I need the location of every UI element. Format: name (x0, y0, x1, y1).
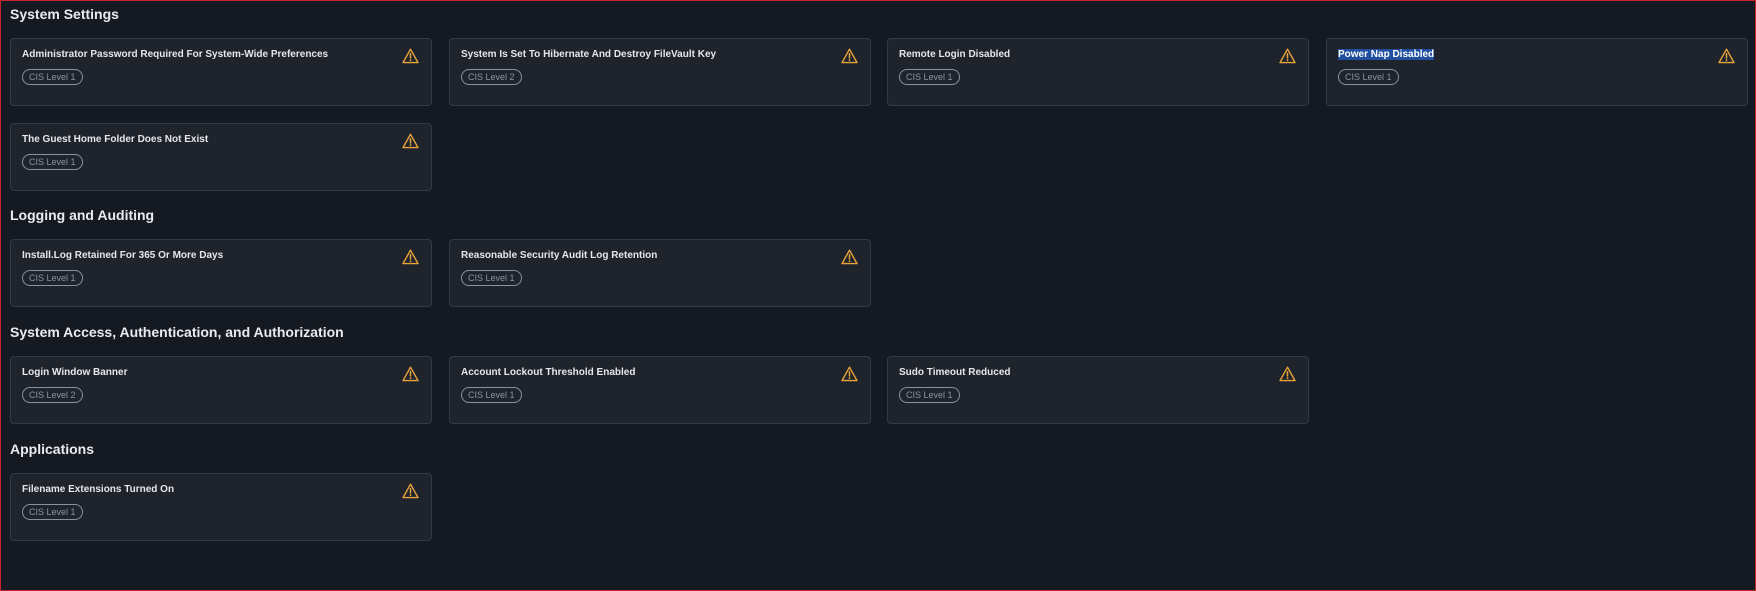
cis-level-badge: CIS Level 1 (1338, 69, 1399, 85)
check-title: Install.Log Retained For 365 Or More Day… (22, 250, 224, 261)
check-title: Administrator Password Required For Syst… (22, 49, 329, 60)
section-title-logging-and-auditing: Logging and Auditing (10, 207, 155, 223)
section-title-system-settings: System Settings (10, 6, 119, 22)
warning-icon (402, 133, 419, 149)
check-card[interactable]: Power Nap Disabled CIS Level 1 (1326, 38, 1748, 106)
warning-icon (402, 483, 419, 499)
check-card[interactable]: Remote Login Disabled CIS Level 1 (887, 38, 1309, 106)
section-title-system-access: System Access, Authentication, and Autho… (10, 324, 344, 340)
check-card[interactable]: Reasonable Security Audit Log Retention … (449, 239, 871, 307)
warning-icon (841, 249, 858, 265)
cis-level-badge: CIS Level 1 (22, 154, 83, 170)
check-title: System Is Set To Hibernate And Destroy F… (461, 49, 717, 60)
check-card[interactable]: System Is Set To Hibernate And Destroy F… (449, 38, 871, 106)
check-title: Sudo Timeout Reduced (899, 367, 1011, 378)
check-title-selected: Power Nap Disabled (1338, 49, 1435, 60)
warning-icon (841, 366, 858, 382)
warning-icon (402, 48, 419, 64)
check-title: The Guest Home Folder Does Not Exist (22, 134, 209, 145)
cis-level-badge: CIS Level 1 (22, 69, 83, 85)
section-title-applications: Applications (10, 441, 95, 457)
check-title: Login Window Banner (22, 367, 128, 378)
cis-level-badge: CIS Level 1 (22, 504, 83, 520)
cis-level-badge: CIS Level 1 (461, 270, 522, 286)
warning-icon (1279, 48, 1296, 64)
warning-icon (841, 48, 858, 64)
check-card[interactable]: Administrator Password Required For Syst… (10, 38, 432, 106)
check-card[interactable]: Sudo Timeout Reduced CIS Level 1 (887, 356, 1309, 424)
cis-level-badge: CIS Level 1 (22, 270, 83, 286)
cis-level-badge: CIS Level 2 (461, 69, 522, 85)
check-title: Account Lockout Threshold Enabled (461, 367, 636, 378)
cis-level-badge: CIS Level 1 (899, 69, 960, 85)
check-card[interactable]: Install.Log Retained For 365 Or More Day… (10, 239, 432, 307)
check-card[interactable]: Account Lockout Threshold Enabled CIS Le… (449, 356, 871, 424)
check-card[interactable]: Login Window Banner CIS Level 2 (10, 356, 432, 424)
check-card[interactable]: Filename Extensions Turned On CIS Level … (10, 473, 432, 541)
check-card[interactable]: The Guest Home Folder Does Not Exist CIS… (10, 123, 432, 191)
check-title: Reasonable Security Audit Log Retention (461, 250, 658, 261)
warning-icon (1718, 48, 1735, 64)
check-title: Filename Extensions Turned On (22, 484, 175, 495)
warning-icon (402, 249, 419, 265)
cis-level-badge: CIS Level 1 (899, 387, 960, 403)
check-title: Remote Login Disabled (899, 49, 1011, 60)
cis-level-badge: CIS Level 1 (461, 387, 522, 403)
cis-level-badge: CIS Level 2 (22, 387, 83, 403)
warning-icon (1279, 366, 1296, 382)
warning-icon (402, 366, 419, 382)
